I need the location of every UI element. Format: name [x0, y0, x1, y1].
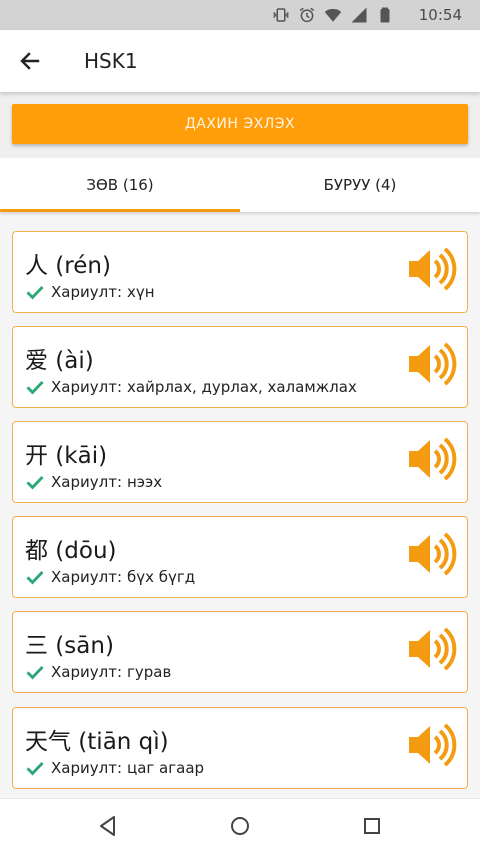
- status-icons: [272, 0, 394, 30]
- word-text: 三 (sān): [25, 633, 114, 659]
- back-button[interactable]: [14, 45, 46, 77]
- back-triangle-icon: [100, 816, 115, 836]
- tab-correct[interactable]: ЗӨВ (16): [0, 158, 240, 212]
- word-card: 天气 (tiān qì) Хариулт: цаг агаар: [12, 707, 468, 789]
- answer-text: Хариулт: хүн: [51, 283, 155, 301]
- speaker-icon: [409, 342, 457, 386]
- answer-value: хүн: [127, 283, 155, 301]
- answer-row: Хариулт: нээх: [25, 472, 162, 492]
- word-text: 开 (kāi): [25, 443, 108, 469]
- word-text: 都 (dōu): [25, 538, 117, 564]
- answer-row: Хариулт: гурав: [25, 662, 171, 682]
- answer-row: Хариулт: хайрлах, дурлах, халамжлах: [25, 377, 357, 397]
- speaker-icon: [409, 247, 457, 291]
- answer-prefix: Хариулт:: [51, 663, 122, 681]
- answer-value: гурав: [127, 663, 172, 681]
- answer-prefix: Хариулт:: [51, 473, 122, 491]
- check-icon: [26, 286, 44, 300]
- alarm-icon: [299, 7, 315, 23]
- home-circle-icon: [231, 817, 249, 835]
- page-title: HSK1: [84, 49, 138, 73]
- answer-text: Хариулт: бүх бүгд: [51, 568, 195, 586]
- nav-home-button[interactable]: [227, 813, 253, 839]
- restart-button[interactable]: ДАХИН ЭХЛЭХ: [12, 104, 468, 144]
- battery-icon: [380, 7, 390, 23]
- word-text: 爱 (ài): [25, 348, 94, 374]
- answer-value: цаг агаар: [127, 759, 205, 777]
- check-icon: [26, 666, 44, 680]
- nav-back-button[interactable]: [95, 813, 121, 839]
- speaker-button[interactable]: [407, 246, 457, 292]
- answer-prefix: Хариулт:: [51, 283, 122, 301]
- answer-text: Хариулт: нээх: [51, 473, 162, 491]
- restart-area: ДАХИН ЭХЛЭХ: [0, 92, 480, 158]
- tab-indicator: [0, 209, 240, 212]
- status-time: 10:54: [418, 6, 462, 24]
- answer-value: бүх бүгд: [127, 568, 196, 586]
- word-text: 天气 (tiān qì): [25, 729, 169, 755]
- check-icon: [26, 762, 44, 776]
- signal-icon: [351, 7, 367, 23]
- tab-bar: ЗӨВ (16) БУРУУ (4): [0, 158, 480, 212]
- answer-row: Хариулт: бүх бүгд: [25, 567, 195, 587]
- speaker-icon: [409, 437, 457, 481]
- speaker-button[interactable]: [407, 531, 457, 577]
- word-card: 人 (rén) Хариулт: хүн: [12, 231, 468, 313]
- answer-text: Хариулт: цаг агаар: [51, 759, 204, 777]
- answer-text: Хариулт: гурав: [51, 663, 171, 681]
- nav-recents-button[interactable]: [359, 813, 385, 839]
- check-icon: [26, 476, 44, 490]
- check-icon: [26, 381, 44, 395]
- speaker-icon: [409, 532, 457, 576]
- answer-value: хайрлах, дурлах, халамжлах: [127, 378, 357, 396]
- answer-prefix: Хариулт:: [51, 568, 122, 586]
- answer-row: Хариулт: хүн: [25, 282, 155, 302]
- answer-value: нээх: [127, 473, 163, 491]
- speaker-icon: [409, 627, 457, 671]
- answer-row: Хариулт: цаг агаар: [25, 758, 204, 778]
- vibrate-icon: [273, 8, 289, 22]
- answer-prefix: Хариулт:: [51, 378, 122, 396]
- tab-wrong[interactable]: БУРУУ (4): [240, 158, 480, 212]
- word-card: 开 (kāi) Хариулт: нээх: [12, 421, 468, 503]
- speaker-icon: [409, 723, 457, 767]
- arrow-left-icon: [20, 52, 40, 70]
- app-bar: HSK1: [0, 30, 480, 92]
- speaker-button[interactable]: [407, 722, 457, 768]
- recents-square-icon: [364, 818, 380, 834]
- word-card: 都 (dōu) Хариулт: бүх бүгд: [12, 516, 468, 598]
- check-icon: [26, 571, 44, 585]
- speaker-button[interactable]: [407, 436, 457, 482]
- word-text: 人 (rén): [25, 253, 111, 279]
- answer-prefix: Хариулт:: [51, 759, 122, 777]
- word-list: 人 (rén) Хариулт: хүн 爱 (ài) Хариулт: хайрл…: [0, 212, 480, 798]
- navigation-bar: [0, 798, 480, 853]
- speaker-button[interactable]: [407, 626, 457, 672]
- word-card: 爱 (ài) Хариулт: хайрлах, дурлах, халамжла…: [12, 326, 468, 408]
- status-bar: 10:54: [0, 0, 480, 30]
- speaker-button[interactable]: [407, 341, 457, 387]
- word-card: 三 (sān) Хариулт: гурав: [12, 611, 468, 693]
- answer-text: Хариулт: хайрлах, дурлах, халамжлах: [51, 378, 357, 396]
- wifi-icon: [324, 8, 342, 22]
